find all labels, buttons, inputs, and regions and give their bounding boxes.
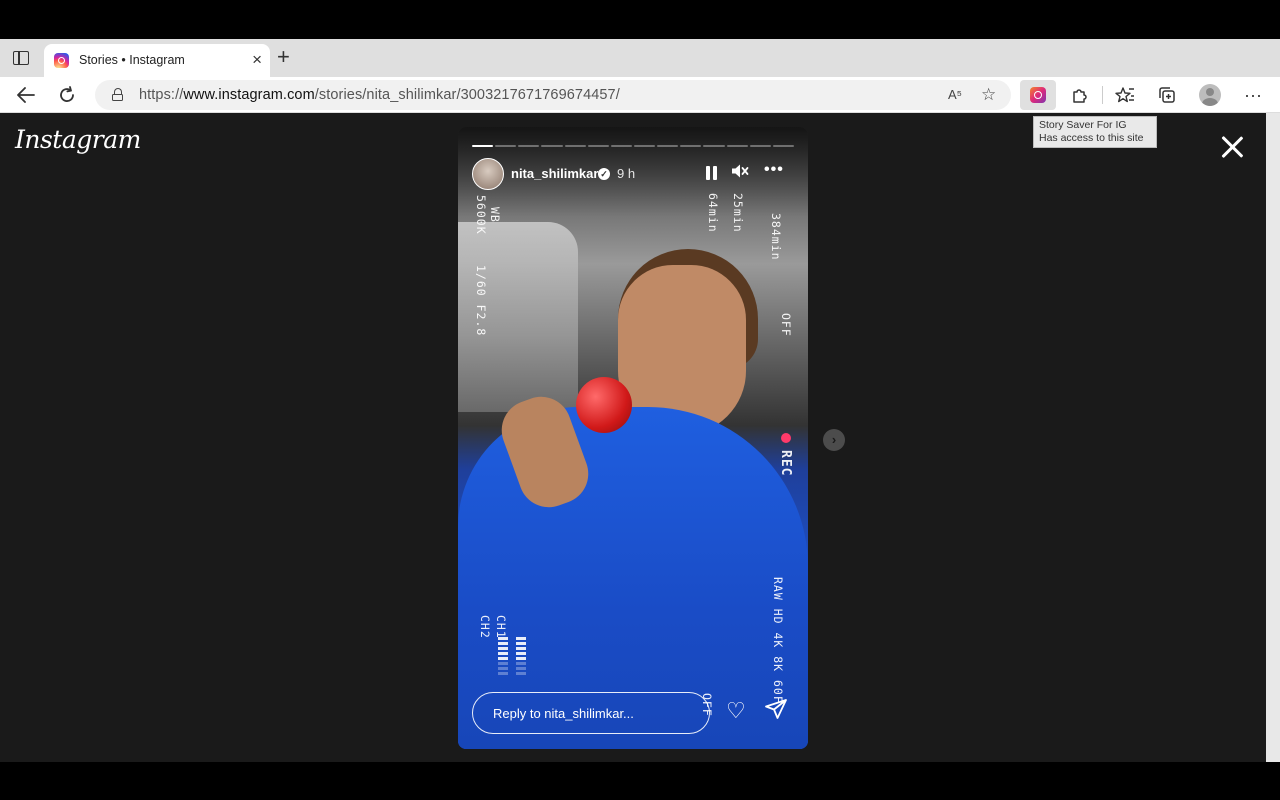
extension-tooltip: Story Saver For IG Has access to this si… xyxy=(1033,116,1157,148)
cam-ch1-label: CH1 xyxy=(494,615,508,639)
rec-indicator-icon xyxy=(781,433,791,443)
instagram-logo[interactable]: Instagram xyxy=(15,125,141,154)
progress-segment xyxy=(680,145,702,147)
cam-rec-label: REC xyxy=(778,450,793,477)
lock-icon[interactable] xyxy=(112,88,123,101)
cam-ch2-label: CH2 xyxy=(478,615,492,639)
reply-input[interactable]: Reply to nita_shilimkar... xyxy=(472,692,710,734)
browser-menu-icon[interactable]: ··· xyxy=(1241,83,1265,107)
address-bar[interactable]: https://www.instagram.com/stories/nita_s… xyxy=(95,80,1011,110)
story-saver-icon xyxy=(1030,87,1046,103)
close-story-icon[interactable] xyxy=(1218,133,1246,161)
tab-strip: Stories • Instagram × + xyxy=(0,39,1280,77)
new-tab-icon[interactable]: + xyxy=(277,46,290,68)
progress-segment xyxy=(657,145,679,147)
story-photo-apple xyxy=(576,377,632,433)
like-heart-icon[interactable]: ♡ xyxy=(726,699,746,723)
read-aloud-icon[interactable]: A⁵ xyxy=(948,87,962,102)
cam-time-b-label: 25min xyxy=(731,193,745,233)
cam-time-c-label: 384min xyxy=(769,213,783,261)
screen-bottom-bar xyxy=(0,762,1280,800)
progress-segment xyxy=(564,145,586,147)
progress-segment xyxy=(472,145,494,147)
audio-meter-ch1 xyxy=(516,637,526,675)
toolbar-divider xyxy=(1102,86,1103,104)
cam-shutter-aperture-label: 1/60 F2.8 xyxy=(474,265,488,337)
next-story-button[interactable]: › xyxy=(823,429,845,451)
story-viewer[interactable]: nita_shilimkar ✓ 9 h ••• WB 5600K 1/60 F… xyxy=(458,127,808,749)
story-progress-bar xyxy=(472,145,794,147)
url-text[interactable]: https://www.instagram.com/stories/nita_s… xyxy=(139,87,620,103)
mute-icon[interactable] xyxy=(731,163,749,184)
cam-formats-label: RAW HD 4K 8K 60F xyxy=(771,577,785,704)
browser-toolbar: https://www.instagram.com/stories/nita_s… xyxy=(0,77,1280,113)
progress-segment xyxy=(633,145,656,147)
profile-avatar[interactable] xyxy=(1199,84,1221,106)
cam-stabilizer-label: OFF xyxy=(779,313,793,337)
cam-time-a-label: 64min xyxy=(706,193,720,233)
collections-icon[interactable] xyxy=(1155,83,1179,107)
add-favorite-icon[interactable]: ☆ xyxy=(981,85,996,105)
cam-wb-label: WB xyxy=(488,207,502,223)
story-user-avatar[interactable] xyxy=(472,158,504,190)
tooltip-line-2: Has access to this site xyxy=(1039,132,1144,144)
story-saver-extension-button[interactable] xyxy=(1020,80,1056,110)
verified-badge-icon: ✓ xyxy=(598,168,610,180)
progress-segment xyxy=(495,145,517,147)
cam-kelvin-label: 5600K xyxy=(474,195,488,235)
progress-segment xyxy=(749,145,771,147)
tab-title: Stories • Instagram xyxy=(79,53,185,67)
share-paper-plane-icon[interactable] xyxy=(764,697,788,721)
instagram-favicon-icon xyxy=(54,53,69,68)
tab-close-icon[interactable]: × xyxy=(252,50,262,70)
progress-segment xyxy=(772,145,794,147)
more-options-icon[interactable]: ••• xyxy=(764,161,784,179)
extensions-puzzle-icon[interactable] xyxy=(1068,83,1092,107)
favorites-icon[interactable] xyxy=(1113,83,1137,107)
pause-icon[interactable] xyxy=(706,166,718,180)
progress-segment xyxy=(518,145,540,147)
progress-segment xyxy=(587,145,609,147)
reload-icon[interactable] xyxy=(55,83,79,107)
progress-segment xyxy=(610,145,632,147)
audio-meter-ch2 xyxy=(498,637,508,675)
progress-segment xyxy=(703,145,725,147)
back-arrow-icon[interactable] xyxy=(14,83,38,107)
story-timestamp: 9 h xyxy=(617,166,636,181)
tab-stories-instagram[interactable]: Stories • Instagram × xyxy=(44,44,270,77)
screen: Stories • Instagram × + https://www.inst… xyxy=(0,0,1280,800)
story-username[interactable]: nita_shilimkar xyxy=(511,166,598,181)
progress-segment xyxy=(541,145,563,147)
tab-actions-icon[interactable] xyxy=(13,51,29,65)
page-scrollbar[interactable] xyxy=(1266,113,1280,762)
progress-segment xyxy=(726,145,748,147)
tooltip-line-1: Story Saver For IG xyxy=(1039,119,1127,131)
